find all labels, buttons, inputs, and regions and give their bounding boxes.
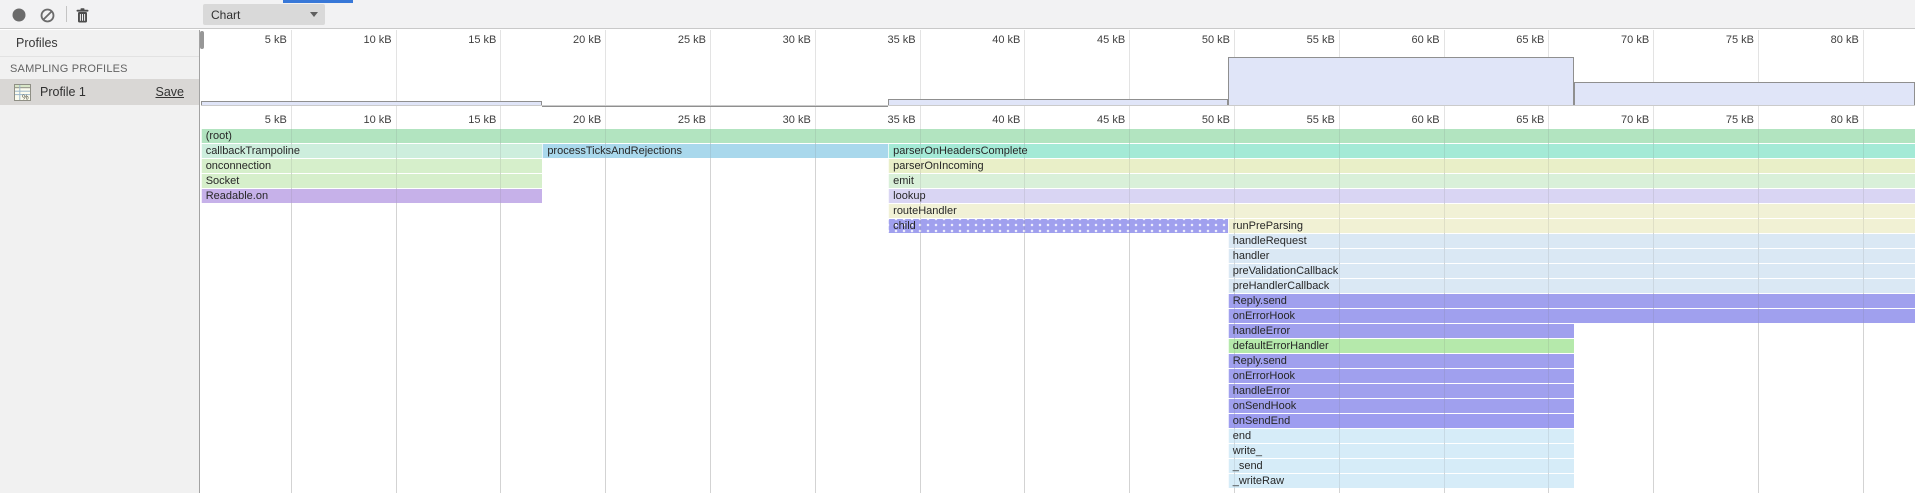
ruler-tick-label: 65 kB (1484, 30, 1544, 50)
memory-overview-strip[interactable] (201, 49, 1915, 106)
ruler-tick-label: 75 kB (1694, 30, 1754, 50)
ruler-tick-label: 70 kB (1589, 110, 1649, 130)
ruler-tick-label: 5 kB (227, 30, 287, 50)
ruler-tick-label: 15 kB (436, 110, 496, 130)
view-mode-value: Chart (211, 8, 240, 22)
delete-profile-button[interactable] (73, 6, 91, 24)
ruler-tick-label: 15 kB (436, 30, 496, 50)
flame-bar[interactable]: processTicksAndRejections (542, 144, 888, 158)
ruler-tick-label: 80 kB (1799, 110, 1859, 130)
flame-bar[interactable]: emit (888, 174, 1915, 188)
overview-ruler: 5 kB 10 kB 15 kB 20 kB 25 kB 30 kB 35 kB 40 kB 4… (201, 30, 1915, 50)
flame-bar[interactable]: end (1228, 429, 1574, 443)
flame-chart-canvas[interactable]: (root)callbackTrampolineprocessTicksAndR… (201, 129, 1915, 493)
flame-bar[interactable]: Socket (201, 174, 542, 188)
toolbar: Chart (0, 0, 1915, 29)
flame-bar[interactable]: Reply.send (1228, 354, 1574, 368)
chevron-down-icon (310, 12, 318, 17)
ruler-tick-label: 25 kB (646, 110, 706, 130)
ruler-tick-label: 10 kB (332, 30, 392, 50)
save-profile-link[interactable]: Save (156, 85, 185, 99)
flame-bar[interactable]: callbackTrampoline (201, 144, 542, 158)
allocation-flame-chart: 5 kB 10 kB 15 kB 20 kB 25 kB 30 kB 35 kB 40 kB 4… (201, 30, 1915, 493)
ruler-tick-label: 45 kB (1065, 110, 1125, 130)
flame-bar[interactable]: child (888, 219, 1228, 233)
scrollbar-thumb[interactable] (200, 31, 204, 49)
flame-bar[interactable]: (root) (201, 129, 1915, 143)
flame-bar[interactable]: defaultErrorHandler (1228, 339, 1574, 353)
ruler-tick-label: 55 kB (1275, 110, 1335, 130)
flame-bar[interactable]: runPreParsing (1228, 219, 1915, 233)
ruler-tick-label: 70 kB (1589, 30, 1649, 50)
profile-name: Profile 1 (40, 85, 156, 99)
flame-bar[interactable]: onErrorHook (1228, 309, 1915, 323)
sampling-profiles-section-label: SAMPLING PROFILES (0, 57, 199, 79)
flame-bar[interactable]: lookup (888, 189, 1915, 203)
toolbar-separator (66, 6, 67, 22)
ruler-tick-label: 55 kB (1275, 30, 1335, 50)
record-icon (12, 8, 26, 22)
overview-baseline (201, 105, 1915, 106)
flame-bar[interactable]: routeHandler (888, 204, 1915, 218)
ruler-tick-label: 40 kB (960, 110, 1020, 130)
ruler-tick-label: 50 kB (1170, 30, 1230, 50)
ruler-tick-label: 20 kB (541, 30, 601, 50)
flame-chart-ruler: 5 kB 10 kB 15 kB 20 kB 25 kB 30 kB 35 kB 40 kB 4… (201, 110, 1915, 130)
flame-bar[interactable]: handleError (1228, 324, 1574, 338)
flame-bar[interactable]: Reply.send (1228, 294, 1915, 308)
flame-bar[interactable]: _writeRaw (1228, 474, 1574, 488)
ruler-tick-label: 45 kB (1065, 30, 1125, 50)
memory-profiler-panel: Chart Profiles SAMPLING PROFILES % Profi… (0, 0, 1915, 493)
flame-bar[interactable]: onSendHook (1228, 399, 1574, 413)
profiles-sidebar: Profiles SAMPLING PROFILES % Profile 1 S… (0, 30, 200, 493)
svg-text:%: % (22, 92, 29, 101)
ruler-tick-label: 35 kB (856, 110, 916, 130)
flame-bar[interactable]: Readable.on (201, 189, 542, 203)
overview-area-segment (1574, 82, 1915, 106)
ruler-tick-label: 20 kB (541, 110, 601, 130)
ruler-tick-label: 80 kB (1799, 30, 1859, 50)
ruler-tick-label: 50 kB (1170, 110, 1230, 130)
ruler-tick-label: 30 kB (751, 110, 811, 130)
ruler-tick-label: 40 kB (960, 30, 1020, 50)
profile-icon: % (14, 84, 31, 101)
record-button[interactable] (10, 6, 28, 24)
flame-bar[interactable]: preHandlerCallback (1228, 279, 1915, 293)
sidebar-item-profile-1[interactable]: % Profile 1 Save (0, 79, 199, 105)
flame-bar[interactable]: onSendEnd (1228, 414, 1574, 428)
ruler-tick-label: 35 kB (856, 30, 916, 50)
ruler-tick-label: 60 kB (1380, 30, 1440, 50)
flame-bar[interactable]: handler (1228, 249, 1915, 263)
flame-bar[interactable]: handleError (1228, 384, 1574, 398)
sidebar-title: Profiles (0, 30, 199, 57)
ruler-tick-label: 75 kB (1694, 110, 1754, 130)
flame-bar[interactable]: _send (1228, 459, 1574, 473)
ruler-tick-label: 30 kB (751, 30, 811, 50)
flame-bar[interactable]: onconnection (201, 159, 542, 173)
ruler-tick-label: 25 kB (646, 30, 706, 50)
clear-icon (40, 8, 55, 23)
overview-area-segment (1228, 57, 1574, 106)
clear-all-button[interactable] (38, 6, 56, 24)
overview-area-segment (542, 106, 888, 107)
trash-icon (76, 8, 89, 23)
flame-bar[interactable]: write_ (1228, 444, 1574, 458)
flame-bar[interactable]: preValidationCallback (1228, 264, 1915, 278)
flame-bar[interactable]: parserOnIncoming (888, 159, 1915, 173)
ruler-tick-label: 60 kB (1380, 110, 1440, 130)
flame-bar[interactable]: parserOnHeadersComplete (888, 144, 1915, 158)
view-mode-select[interactable]: Chart (203, 4, 325, 25)
active-tab-indicator (283, 0, 353, 3)
flame-bar[interactable]: handleRequest (1228, 234, 1915, 248)
ruler-tick-label: 65 kB (1484, 110, 1544, 130)
ruler-tick-label: 5 kB (227, 110, 287, 130)
ruler-tick-label: 10 kB (332, 110, 392, 130)
flame-bar[interactable]: onErrorHook (1228, 369, 1574, 383)
